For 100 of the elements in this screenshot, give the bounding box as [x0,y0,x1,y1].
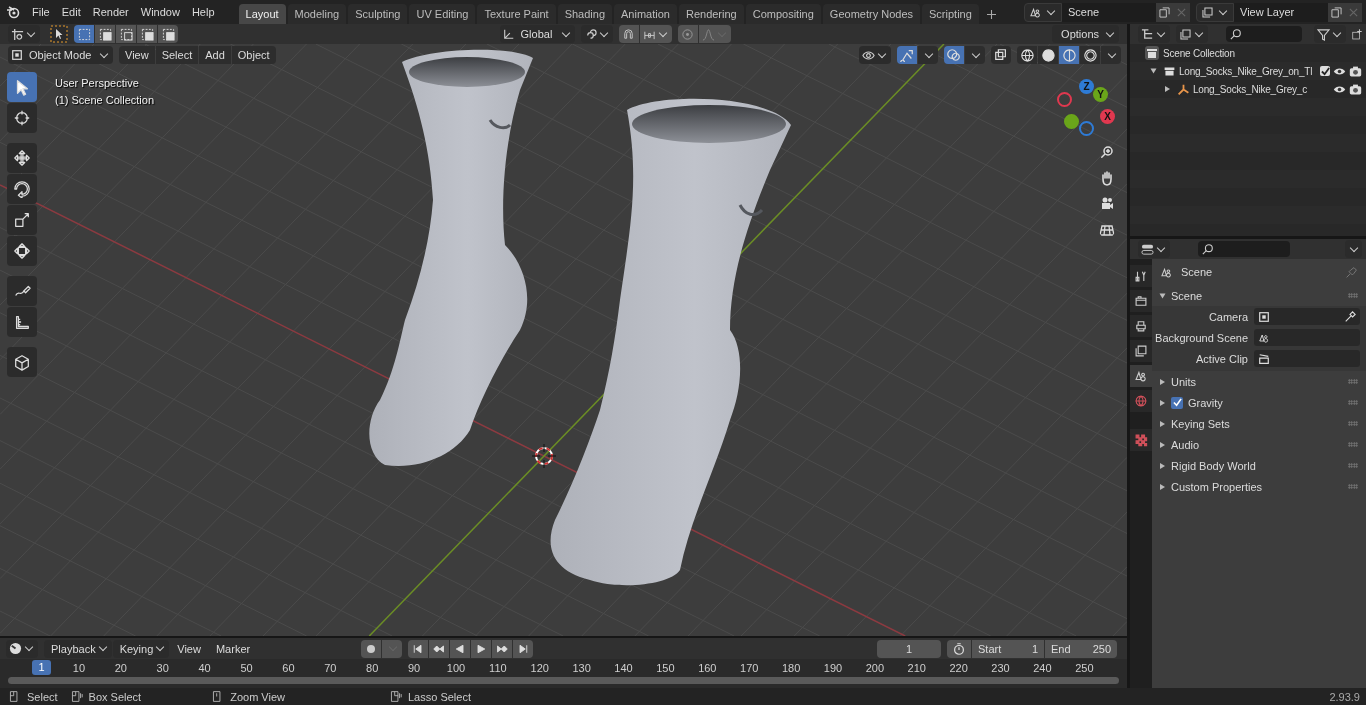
workspace-tab[interactable]: Modeling [287,4,347,24]
options-dropdown[interactable]: Options [1052,25,1119,43]
axis-handle[interactable] [1079,121,1094,136]
tool-button[interactable] [7,205,37,235]
panel-header[interactable]: Audio [1152,434,1366,455]
playback-button[interactable] [492,639,513,658]
panel-title[interactable]: Rigid Body World [1171,459,1256,472]
viewport-toggle[interactable] [944,46,964,64]
sock-drawing[interactable] [369,49,533,466]
playback-button[interactable] [471,639,492,658]
tool-button[interactable] [7,72,37,102]
properties-tab[interactable] [1130,315,1152,337]
scene-browse-button[interactable] [1024,2,1062,22]
panel-header[interactable]: Rigid Body World [1152,455,1366,476]
pivot-point-button[interactable] [580,25,613,43]
workspace-tab[interactable]: Rendering [678,4,744,24]
menu-item[interactable]: Edit [55,2,87,22]
timeline-menu[interactable]: Marker [208,639,258,658]
exclude-checkbox[interactable] [1320,66,1330,76]
properties-tab[interactable] [1130,290,1152,312]
current-frame-field[interactable]: 1 [877,639,941,658]
select-mode-button[interactable] [95,25,115,43]
tool-button[interactable] [7,143,37,173]
view-menu-item[interactable]: Add [199,46,231,64]
display-mode-button[interactable] [1138,25,1170,43]
playback-button[interactable] [513,639,534,658]
shading-options-dropdown[interactable] [1101,46,1121,64]
panel-header[interactable]: Keying Sets [1152,413,1366,434]
scrollbar[interactable] [8,677,1119,685]
menu-item[interactable]: Window [134,2,186,22]
add-workspace-icon[interactable] [986,9,996,19]
proportional-editing-toggle[interactable] [677,25,698,43]
3d-cursor-icon[interactable] [531,443,557,469]
property-field[interactable] [1254,329,1360,346]
menu-item[interactable]: File [26,2,56,22]
panel-title[interactable]: Units [1171,375,1197,388]
panel-title[interactable]: Keying Sets [1171,417,1230,430]
falloff-dropdown[interactable] [698,25,731,43]
tool-button[interactable] [7,174,37,204]
tool-button[interactable] [7,276,37,306]
drag-handle-icon[interactable] [1348,293,1358,298]
panel-title[interactable]: Gravity [1188,396,1223,409]
view-menu-item[interactable]: Select [155,46,199,64]
search-field[interactable] [1198,241,1290,257]
property-field[interactable] [1254,350,1360,367]
properties-tab[interactable] [1130,365,1152,387]
playback-button[interactable] [450,639,471,658]
workspace-tab[interactable]: UV Editing [409,4,476,24]
drag-handle-icon[interactable] [1348,442,1358,447]
outliner-item[interactable]: Scene Collection [1163,47,1235,59]
select-tool-icon[interactable] [50,25,68,43]
panel-title[interactable]: Scene [1171,289,1203,302]
menu-item[interactable]: Help [185,2,221,22]
snap-target-dropdown[interactable] [639,25,672,43]
expand-arrow-icon[interactable] [1160,420,1165,427]
drag-handle-icon[interactable] [1348,379,1358,384]
toggle-options-dropdown[interactable] [965,46,985,64]
transform-orientation-dropdown[interactable]: Global [499,25,575,43]
view-menu-item[interactable]: View [119,46,155,64]
sock-drawing[interactable] [550,98,791,586]
expand-arrow-icon[interactable] [1160,399,1165,406]
expand-arrow-icon[interactable] [1165,86,1170,92]
expand-arrow-icon[interactable] [1160,441,1165,448]
camera-icon[interactable] [1349,64,1362,78]
properties-tab[interactable] [1130,265,1152,287]
drag-handle-icon[interactable] [1348,421,1358,426]
viewport-toggle[interactable] [897,46,917,64]
drag-handle-icon[interactable] [1348,463,1358,468]
playhead[interactable]: 1 [32,660,51,676]
property-field[interactable] [1254,308,1360,325]
panel-title[interactable]: Audio [1171,438,1200,451]
outliner-item[interactable]: Long_Socks_Nike_Grey_c [1193,83,1307,95]
expand-arrow-icon[interactable] [1160,483,1165,490]
panel-header[interactable]: Custom Properties [1152,476,1366,497]
drag-handle-icon[interactable] [1348,484,1358,489]
panel-header[interactable]: Units [1152,371,1366,392]
menu-item[interactable]: Render [86,2,135,22]
expand-arrow-icon[interactable] [1160,462,1165,469]
timeline-menu[interactable]: Playback [44,639,112,658]
copy-icon[interactable] [1156,2,1173,22]
object-mode-dropdown[interactable]: Object Mode [8,46,113,64]
tool-button[interactable] [7,347,37,377]
workspace-tab[interactable]: Texture Paint [477,4,556,24]
eyedropper-icon[interactable] [1344,310,1356,323]
playback-button[interactable] [408,639,429,658]
workspace-tab[interactable]: Scripting [922,4,979,24]
tool-button[interactable] [7,103,37,133]
start-frame-field[interactable]: Start 1 [972,639,1044,658]
panel-header[interactable]: Scene [1152,285,1366,306]
expand-arrow-icon[interactable] [1150,68,1157,74]
drag-handle-icon[interactable] [1348,400,1358,405]
workspace-tab[interactable]: Sculpting [348,4,408,24]
timeline-menu[interactable]: Keying [112,639,170,658]
view-layer-button[interactable] [1176,25,1208,43]
stopwatch-icon[interactable] [947,639,971,658]
new-collection-icon[interactable] [1351,27,1362,41]
tool-button[interactable] [7,236,37,266]
workspace-tab[interactable]: Animation [614,4,677,24]
close-icon[interactable] [1173,2,1190,22]
axis-handle[interactable] [1057,92,1072,107]
